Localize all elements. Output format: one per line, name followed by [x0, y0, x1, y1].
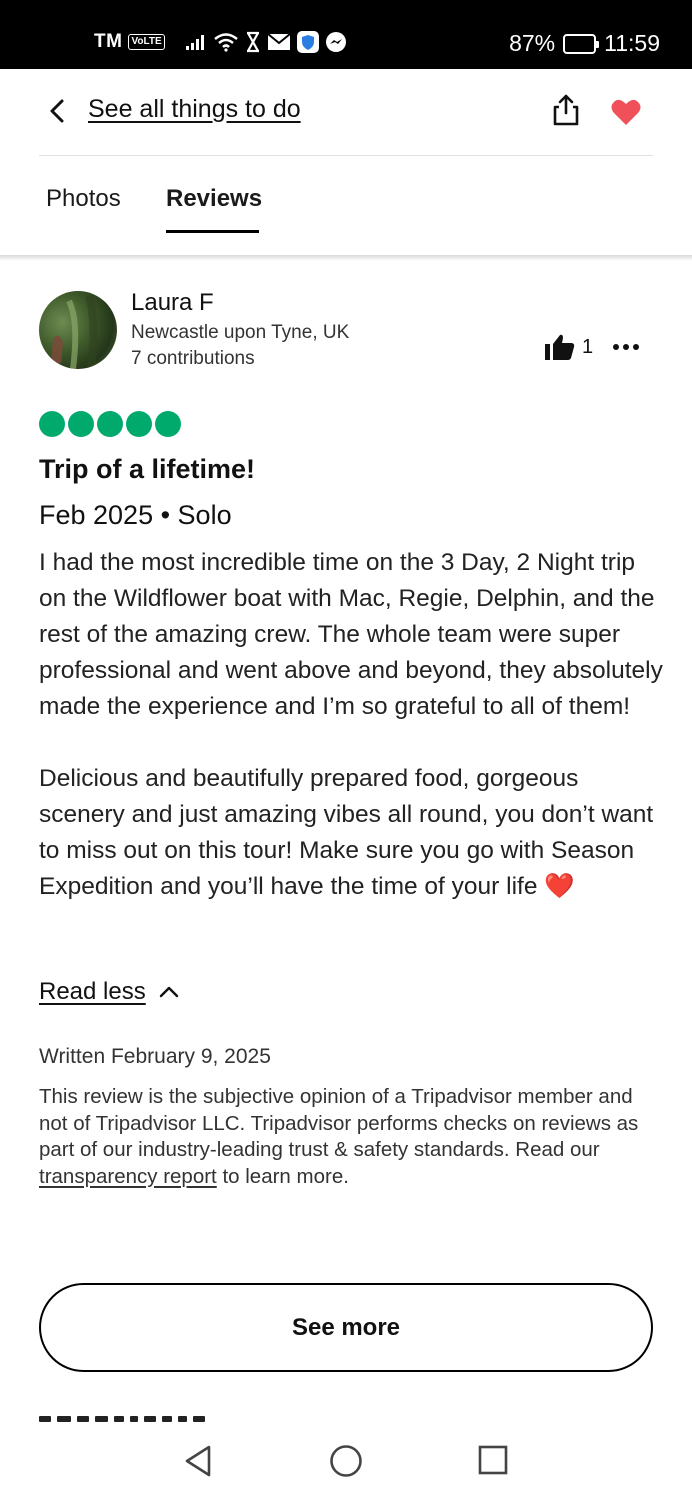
rating-bubble: [68, 411, 94, 437]
helpful-vote-count: 1: [582, 336, 594, 358]
review-disclaimer: This review is the subjective opinion of…: [39, 1084, 639, 1190]
shield-icon: [296, 31, 319, 53]
see-all-things-link[interactable]: See all things to do: [88, 95, 301, 124]
tab-bar-shadow: [0, 255, 692, 261]
more-options-icon[interactable]: [612, 343, 640, 351]
nav-home-icon[interactable]: [329, 1444, 363, 1478]
carrier-label: TM: [94, 31, 123, 52]
next-section-heading-partial: [39, 1412, 339, 1422]
rating-bubble: [39, 411, 65, 437]
reviewer-location: Newcastle upon Tyne, UK: [131, 322, 350, 343]
mail-icon: [266, 33, 291, 50]
review-title: Trip of a lifetime!: [39, 454, 256, 484]
rating-bubbles: [39, 411, 181, 437]
status-left: TM VoLTE: [94, 31, 347, 53]
disclaimer-text-end: to learn more.: [216, 1164, 349, 1188]
messenger-icon: [325, 32, 346, 52]
transparency-report-link[interactable]: transparency report: [39, 1165, 217, 1188]
wifi-icon: [213, 33, 238, 52]
review-paragraph: Delicious and beautifully prepared food,…: [39, 761, 664, 905]
active-tab-indicator: [166, 230, 259, 233]
read-less-label: Read less: [39, 978, 146, 1005]
share-icon[interactable]: [550, 93, 582, 127]
review-body: I had the most incredible time on the 3 …: [39, 545, 664, 905]
hourglass-icon: [246, 31, 259, 53]
reviewer-contributions: 7 contributions: [131, 348, 255, 369]
battery-percent: 87%: [509, 30, 556, 56]
system-navigation-bar: [0, 1422, 692, 1500]
chevron-up-icon: [159, 986, 178, 998]
rating-bubble: [126, 411, 152, 437]
signal-icon: [185, 35, 204, 50]
rating-bubble: [155, 411, 181, 437]
tab-reviews[interactable]: Reviews: [166, 185, 262, 213]
top-navigation: See all things to do: [0, 69, 692, 156]
status-right: 87% 11:59: [509, 30, 660, 57]
disclaimer-text: This review is the subjective opinion of…: [39, 1085, 639, 1161]
status-bar: TM VoLTE 87% 11:59: [0, 0, 692, 69]
tab-bar: Photos Reviews: [0, 160, 692, 256]
battery-icon: [563, 33, 600, 54]
tab-photos[interactable]: Photos: [46, 185, 121, 213]
nav-back-icon[interactable]: [183, 1444, 213, 1478]
nav-recents-icon[interactable]: [478, 1445, 508, 1475]
thumbs-up-icon[interactable]: [544, 333, 576, 361]
heart-icon[interactable]: [610, 97, 642, 127]
avatar[interactable]: [39, 291, 117, 369]
see-more-button[interactable]: See more: [39, 1283, 653, 1372]
written-date: Written February 9, 2025: [39, 1045, 271, 1068]
heart-emoji: ❤️: [544, 873, 575, 900]
back-arrow-icon[interactable]: [44, 97, 72, 125]
header-divider: [39, 155, 653, 156]
rating-bubble: [97, 411, 123, 437]
volte-badge: VoLTE: [128, 34, 165, 50]
review-paragraph: I had the most incredible time on the 3 …: [39, 549, 663, 720]
reviewer-name[interactable]: Laura F: [131, 289, 214, 317]
clock: 11:59: [604, 30, 660, 56]
review-date-trip-type: Feb 2025 • Solo: [39, 500, 232, 530]
read-less-button[interactable]: Read less: [39, 978, 180, 1006]
avatar-image: [51, 294, 98, 369]
